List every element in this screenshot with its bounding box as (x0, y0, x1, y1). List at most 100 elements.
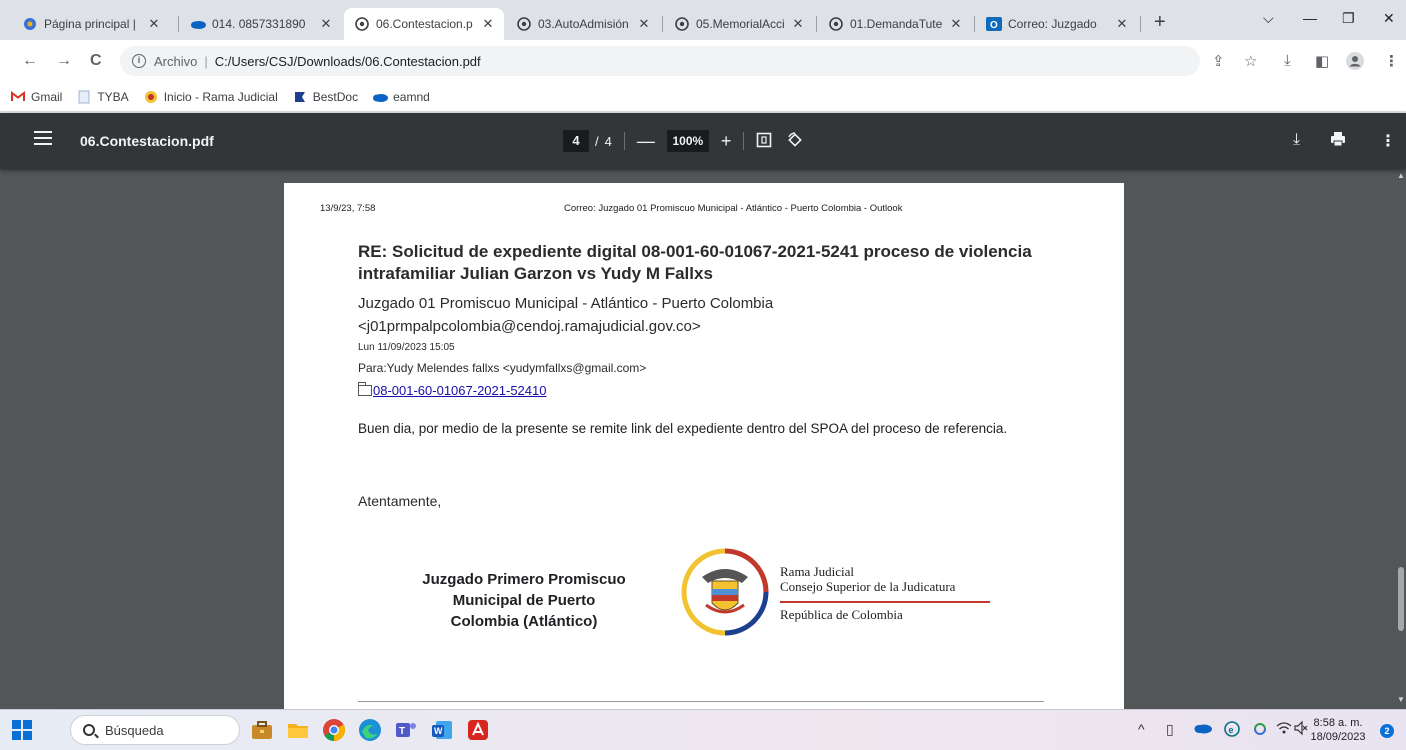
star-icon[interactable]: ☆ (1244, 52, 1257, 70)
file-explorer-icon[interactable] (286, 718, 310, 742)
bookmark-label: Inicio - Rama Judicial (163, 89, 278, 104)
more-actions-icon[interactable]: ⋮ (1380, 131, 1396, 151)
scroll-up-arrow-icon[interactable]: ▲ (1397, 171, 1405, 180)
bookmarks-bar: Gmail TYBA Inicio - Rama Judicial BestDo… (0, 82, 1406, 112)
pdf-viewer-area[interactable]: 13/9/23, 7:58 Correo: Juzgado 01 Promisc… (0, 169, 1406, 709)
tab-contestacion[interactable]: 06.Contestacion.p ✕ (344, 8, 504, 40)
tab-demanda[interactable]: 01.DemandaTute ✕ (818, 8, 972, 40)
email-body: Buen dia, por medio de la presente se re… (358, 421, 1008, 436)
attachment-link[interactable]: 08-001-60-01067-2021-52410 (373, 383, 546, 398)
close-icon[interactable]: ✕ (480, 16, 496, 32)
onedrive-tray-icon[interactable] (1194, 721, 1212, 737)
close-icon[interactable]: ✕ (1114, 16, 1130, 32)
wifi-icon[interactable] (1276, 721, 1292, 738)
institution-line: Rama Judicial (780, 564, 855, 579)
menu-icon[interactable] (34, 131, 52, 145)
vertical-scrollbar[interactable]: ▲ ▼ (1396, 169, 1406, 709)
print-icon[interactable] (1330, 131, 1346, 152)
svg-text:T: T (399, 726, 405, 737)
tab-title: Página principal | (44, 17, 136, 31)
zoom-in-button[interactable]: + (721, 131, 732, 152)
close-icon[interactable]: ✕ (790, 16, 806, 32)
rotate-icon[interactable] (786, 131, 804, 152)
minimize-button[interactable]: — (1303, 10, 1317, 26)
windows-start-icon[interactable] (12, 720, 32, 740)
bookmark-eamnd[interactable]: eamnd (372, 90, 430, 104)
taskbar-search[interactable]: Búsqueda (70, 715, 240, 745)
new-tab-button[interactable]: + (1154, 12, 1166, 32)
bookmark-bestdoc[interactable]: BestDoc (292, 90, 358, 104)
signature-block: Juzgado Primero Promiscuo Municipal de P… (394, 569, 654, 632)
download-icon[interactable]: ⤓ (1293, 131, 1300, 149)
tab-search-button[interactable]: ⌵ (1263, 10, 1274, 27)
forward-arrow-icon[interactable]: → (56, 52, 72, 70)
color-sync-icon[interactable] (1252, 721, 1268, 740)
system-clock[interactable]: 8:58 a. m. 18/09/2023 (1302, 716, 1374, 744)
chevron-up-icon[interactable]: ^ (1138, 721, 1145, 737)
restore-button[interactable]: ❐ (1342, 10, 1355, 27)
info-icon[interactable]: i (132, 54, 146, 68)
email-subject: RE: Solicitud de expediente digital 08-0… (358, 242, 1032, 283)
tab-pagina-principal[interactable]: Página principal | ✕ (12, 8, 170, 40)
zoom-input[interactable]: 100% (666, 130, 709, 152)
institution-line: Consejo Superior de la Judicatura (780, 579, 956, 594)
share-icon[interactable]: ⇪ (1212, 52, 1225, 70)
page-separator: / (595, 133, 599, 149)
tab-autoadmision[interactable]: 03.AutoAdmisión ✕ (506, 8, 660, 40)
briefcase-app-icon[interactable] (250, 718, 274, 742)
zoom-out-button[interactable]: — (637, 131, 655, 152)
address-scheme-label: Archivo (154, 53, 198, 69)
outlook-icon: O (986, 16, 1002, 32)
chrome-generic-icon (354, 16, 370, 32)
tab-title: 014. 0857331890 (212, 17, 306, 31)
fit-page-icon[interactable] (756, 132, 772, 151)
pdf-controls: 4 / 4 — 100% + (563, 127, 804, 155)
e-app-tray-icon[interactable]: e (1224, 721, 1240, 740)
back-arrow-icon[interactable]: ← (22, 52, 38, 70)
clock-date: 18/09/2023 (1310, 731, 1366, 743)
scroll-down-arrow-icon[interactable]: ▼ (1397, 695, 1405, 704)
notification-badge[interactable]: 2 (1380, 724, 1394, 738)
profile-icon[interactable] (1346, 52, 1364, 74)
search-placeholder: Búsqueda (105, 722, 164, 738)
close-icon[interactable]: ✕ (318, 16, 334, 32)
more-menu-icon[interactable]: ⋮ (1384, 52, 1399, 70)
edge-icon[interactable] (358, 718, 382, 742)
teams-icon[interactable]: T (394, 718, 418, 742)
acrobat-icon[interactable] (466, 718, 490, 742)
bookmark-inicio-rama-judicial[interactable]: Inicio - Rama Judicial (143, 90, 278, 104)
attachment-link-row: 08-001-60-01067-2021-52410 (358, 382, 546, 398)
bestdoc-icon (292, 90, 308, 104)
download-icon[interactable]: ⤓ (1284, 52, 1291, 69)
close-icon[interactable]: ✕ (948, 16, 964, 32)
close-icon[interactable]: ✕ (146, 16, 162, 32)
file-icon (76, 90, 92, 104)
scrollbar-thumb[interactable] (1398, 567, 1404, 631)
bookmark-tyba[interactable]: TYBA (76, 90, 129, 104)
battery-icon[interactable]: ▯ (1166, 721, 1174, 738)
chrome-generic-icon (828, 16, 844, 32)
tab-title: 05.MemorialAcci (696, 17, 785, 31)
divider (358, 701, 1044, 702)
tab-correo[interactable]: O Correo: Juzgado ✕ (976, 8, 1138, 40)
chrome-icon[interactable] (322, 718, 346, 742)
side-panel-icon[interactable]: ◧ (1315, 52, 1329, 70)
email-sender-address: <j01prmpalpcolombia@cendoj.ramajudicial.… (358, 318, 701, 335)
browser-toolbar: ← → C i Archivo | C:/Users/CSJ/Downloads… (0, 40, 1406, 82)
page-number-input[interactable]: 4 (563, 130, 589, 152)
email-recipient: Para:Yudy Melendes fallxs <yudymfallxs@g… (358, 361, 647, 375)
word-icon[interactable]: W (430, 718, 454, 742)
institution-country: República de Colombia (780, 607, 903, 622)
tab-memorial[interactable]: 05.MemorialAcci ✕ (664, 8, 814, 40)
svg-text:e: e (1229, 725, 1234, 735)
seal-icon (143, 90, 159, 104)
search-icon (83, 724, 95, 736)
clock-time: 8:58 a. m. (1313, 717, 1363, 729)
bookmark-gmail[interactable]: Gmail (10, 90, 62, 104)
reload-icon[interactable]: C (90, 52, 102, 70)
close-window-button[interactable]: ✕ (1383, 10, 1395, 27)
close-icon[interactable]: ✕ (636, 16, 652, 32)
address-bar[interactable]: i Archivo | C:/Users/CSJ/Downloads/06.Co… (120, 46, 1200, 76)
total-pages: 4 (604, 133, 612, 149)
tab-onedrive[interactable]: 014. 0857331890 ✕ (180, 8, 342, 40)
